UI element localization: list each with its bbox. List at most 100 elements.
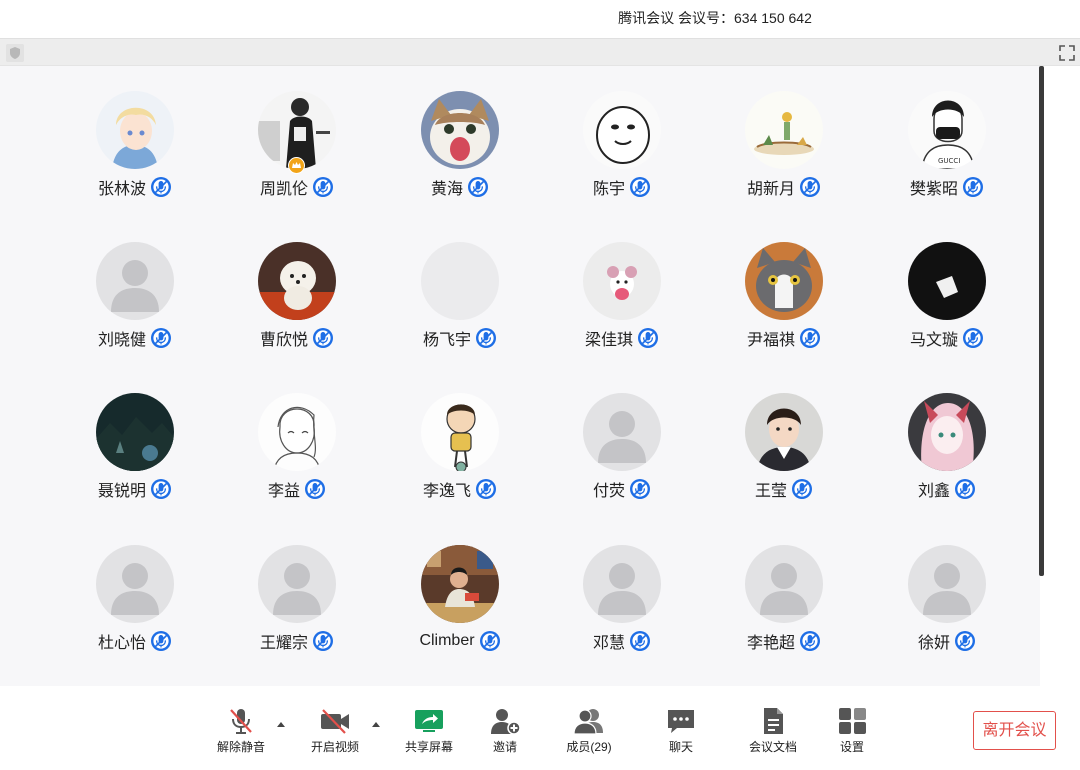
participant-tile[interactable]: 王耀宗 xyxy=(232,545,362,685)
participant-name: 张林波 xyxy=(97,181,146,198)
unmute-button[interactable]: 解除静音 xyxy=(206,706,276,758)
participant-name: 徐妍 xyxy=(917,635,950,652)
participant-tile[interactable]: 杨飞宇 xyxy=(395,242,525,382)
participant-tile[interactable]: Climber xyxy=(395,545,525,685)
settings-label: 设置 xyxy=(839,740,864,754)
participant-tile[interactable]: 张林波 xyxy=(70,91,200,231)
share-screen-label: 共享屏幕 xyxy=(404,740,453,754)
participant-nameline: 刘鑫 xyxy=(882,477,1012,501)
mic-status-icon xyxy=(476,479,496,499)
mic-status-icon xyxy=(638,328,658,348)
start-video-button[interactable]: 开启视频 xyxy=(300,706,370,758)
fullscreen-icon[interactable] xyxy=(1058,44,1076,62)
participant-tile[interactable]: 李逸飞 xyxy=(395,393,525,533)
invite-label: 邀请 xyxy=(492,740,517,754)
participant-tile[interactable]: GUCCI 樊紫昭 xyxy=(882,91,1012,231)
grid-scrollbar[interactable] xyxy=(1039,66,1044,576)
participant-tile[interactable]: 刘晓健 xyxy=(70,242,200,382)
participant-nameline: 胡新月 xyxy=(719,175,849,199)
mic-status-icon xyxy=(313,631,333,651)
participant-tile[interactable]: 付荧 xyxy=(557,393,687,533)
participant-name: 杨飞宇 xyxy=(422,332,471,349)
avatar xyxy=(908,393,986,471)
participant-tile[interactable]: 王莹 xyxy=(719,393,849,533)
participant-nameline: 陈宇 xyxy=(557,175,687,199)
participant-tile[interactable]: 曹欣悦 xyxy=(232,242,362,382)
participant-tile[interactable]: 胡新月 xyxy=(719,91,849,231)
avatar xyxy=(421,242,499,320)
avatar xyxy=(421,91,499,169)
mic-status-icon xyxy=(800,631,820,651)
meeting-title: 腾讯会议 会议号：634 150 642 xyxy=(618,10,812,26)
participant-nameline: 曹欣悦 xyxy=(232,326,362,350)
participant-nameline: 杜心怡 xyxy=(70,629,200,653)
participant-tile[interactable]: 刘鑫 xyxy=(882,393,1012,533)
participant-nameline: 樊紫昭 xyxy=(882,175,1012,199)
meeting-docs-button[interactable]: 会议文档 xyxy=(738,706,808,758)
participant-tile[interactable]: 马文璇 xyxy=(882,242,1012,382)
participant-name: 曹欣悦 xyxy=(259,332,308,349)
avatar xyxy=(908,242,986,320)
participant-name: 李艳超 xyxy=(746,635,795,652)
document-icon xyxy=(764,708,783,734)
host-crown-icon xyxy=(288,157,305,174)
participant-nameline: 李益 xyxy=(232,477,362,501)
participant-tile[interactable]: 陈宇 xyxy=(557,91,687,231)
video-off-icon xyxy=(321,709,349,734)
participant-tile[interactable]: 徐妍 xyxy=(882,545,1012,685)
mic-status-icon xyxy=(630,177,650,197)
avatar xyxy=(96,545,174,623)
participant-nameline: 马文璇 xyxy=(882,326,1012,350)
chat-button[interactable]: 聊天 xyxy=(646,706,716,758)
participant-grid: 张林波 周凯伦 黄海 陈宇 胡新月 GUCCI 樊紫昭 刘晓健 曹欣悦 杨飞宇 … xyxy=(0,66,1040,686)
title-bar: 腾讯会议 会议号：634 150 642 xyxy=(0,0,1080,38)
mic-status-icon xyxy=(151,177,171,197)
avatar xyxy=(745,91,823,169)
participant-nameline: 王耀宗 xyxy=(232,629,362,653)
invite-button[interactable]: 邀请 xyxy=(470,706,540,758)
participant-tile[interactable]: 李艳超 xyxy=(719,545,849,685)
mic-status-icon xyxy=(313,177,333,197)
shield-icon[interactable] xyxy=(6,44,24,62)
avatar xyxy=(583,242,661,320)
participant-tile[interactable]: 周凯伦 xyxy=(232,91,362,231)
participant-tile[interactable]: 梁佳琪 xyxy=(557,242,687,382)
mic-status-icon xyxy=(800,177,820,197)
mic-status-icon xyxy=(151,631,171,651)
participant-nameline: 聂锐明 xyxy=(70,477,200,501)
participant-name: 邓慧 xyxy=(592,635,625,652)
share-screen-button[interactable]: 共享屏幕 xyxy=(394,706,464,758)
settings-button[interactable]: 设置 xyxy=(817,706,887,758)
avatar xyxy=(583,91,661,169)
avatar xyxy=(96,393,174,471)
mic-status-icon xyxy=(479,631,500,651)
leave-meeting-button[interactable]: 离开会议 xyxy=(973,711,1056,750)
avatar xyxy=(96,242,174,320)
participant-tile[interactable]: 聂锐明 xyxy=(70,393,200,533)
participant-tile[interactable]: 黄海 xyxy=(395,91,525,231)
participant-name: 黄海 xyxy=(430,181,463,198)
participant-tile[interactable]: 杜心怡 xyxy=(70,545,200,685)
avatar xyxy=(745,545,823,623)
participant-nameline: 梁佳琪 xyxy=(557,326,687,350)
members-button[interactable]: 成员(29) xyxy=(554,706,624,758)
avatar xyxy=(96,91,174,169)
mic-status-icon xyxy=(313,328,333,348)
audio-options-caret-icon[interactable] xyxy=(276,720,286,728)
participant-tile[interactable]: 尹福祺 xyxy=(719,242,849,382)
video-options-caret-icon[interactable] xyxy=(371,720,381,728)
avatar xyxy=(583,393,661,471)
participant-name: 胡新月 xyxy=(746,181,795,198)
meeting-toolbar: 解除静音 开启视频 共享屏幕 邀请 成员(29) 聊天 会议文档 设置 离开会议 xyxy=(0,686,1080,770)
participant-nameline: 杨飞宇 xyxy=(395,326,525,350)
participant-name: 聂锐明 xyxy=(97,483,146,500)
participant-name: 尹福祺 xyxy=(746,332,795,349)
chat-label: 聊天 xyxy=(668,740,693,754)
participant-name: 刘晓健 xyxy=(97,332,146,349)
participant-name: 付荧 xyxy=(592,483,625,500)
members-icon xyxy=(573,709,603,735)
participant-nameline: 付荧 xyxy=(557,477,687,501)
participant-tile[interactable]: 邓慧 xyxy=(557,545,687,685)
unmute-label: 解除静音 xyxy=(216,740,265,754)
participant-tile[interactable]: 李益 xyxy=(232,393,362,533)
